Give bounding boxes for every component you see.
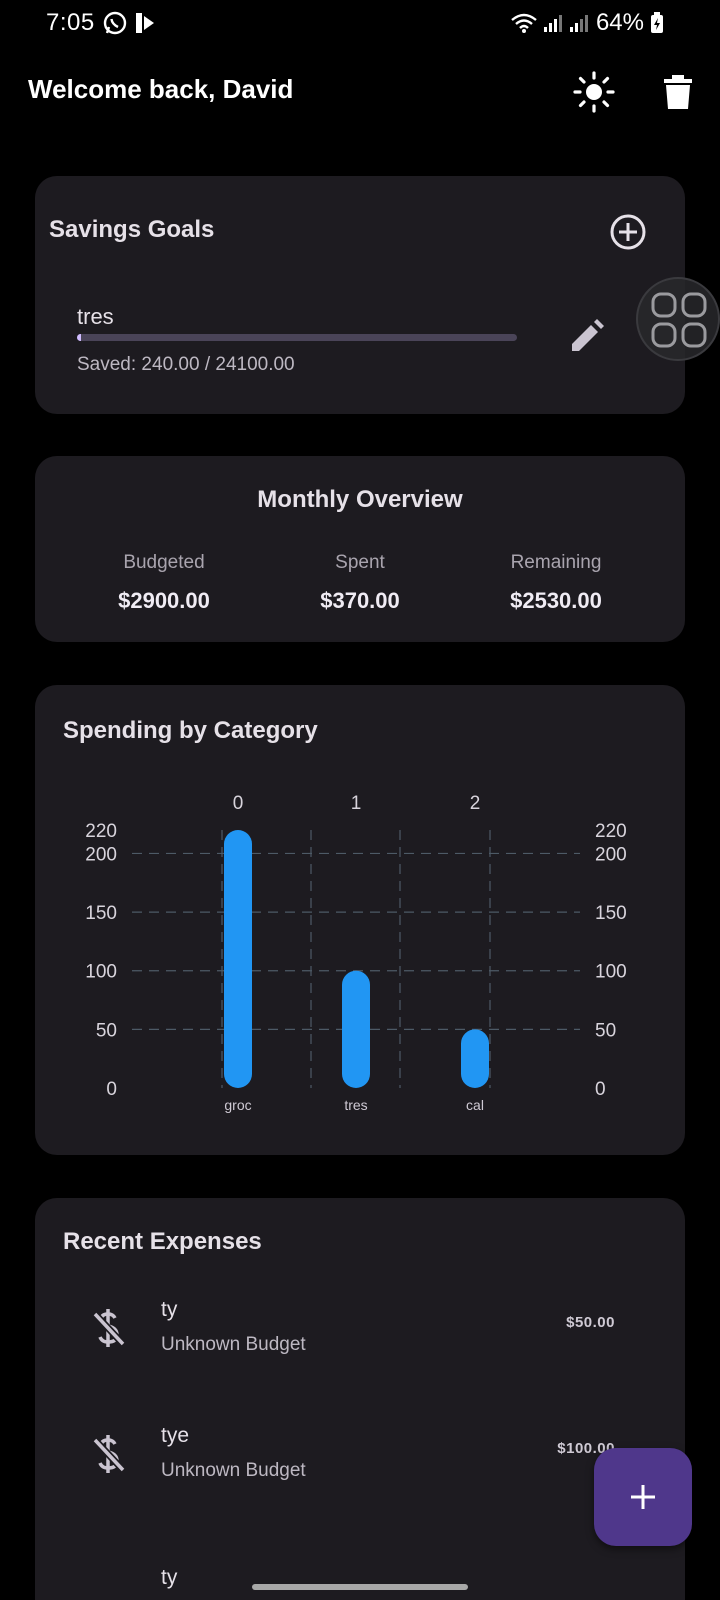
battery-icon xyxy=(651,12,663,33)
chart-bar xyxy=(342,970,370,1088)
budgeted-value: $2900.00 xyxy=(118,588,210,613)
chart-y-tick-label-left: 0 xyxy=(106,1079,117,1100)
chart-bar xyxy=(461,1029,489,1088)
expense-row[interactable]: ty xyxy=(35,1558,685,1600)
chart-y-tick-label-right: 200 xyxy=(595,844,627,865)
chart-top-axis-label: 2 xyxy=(470,793,481,814)
remaining-value: $2530.00 xyxy=(510,588,602,613)
goal-name: tres xyxy=(77,304,114,329)
expense-budget: Unknown Budget xyxy=(161,1334,306,1355)
spent-stat: Spent $370.00 xyxy=(260,552,460,614)
monthly-overview-card: Monthly Overview Budgeted $2900.00 Spent… xyxy=(35,456,685,642)
savings-goals-title: Savings Goals xyxy=(49,216,215,243)
chart-y-tick-label-right: 220 xyxy=(595,821,627,842)
status-time: 7:05 xyxy=(46,9,95,36)
goal-saved-text: Saved: 240.00 / 24100.00 xyxy=(77,354,295,375)
expense-row[interactable]: tye Unknown Budget $100.00 xyxy=(35,1416,685,1526)
chart-y-tick-label-right: 50 xyxy=(595,1020,616,1041)
money-off-icon xyxy=(92,1309,126,1347)
light-mode-icon xyxy=(573,71,615,113)
chart-y-tick-label-left: 200 xyxy=(85,844,117,865)
expense-name: ty xyxy=(161,1566,178,1589)
monthly-overview-title: Monthly Overview xyxy=(257,486,463,513)
chart-y-tick-label-right: 100 xyxy=(595,962,627,983)
spent-label: Spent xyxy=(335,552,385,573)
status-right: 64% xyxy=(510,9,664,37)
budgeted-label: Budgeted xyxy=(123,552,205,573)
money-off-icon xyxy=(92,1435,126,1473)
chart-top-axis-label: 0 xyxy=(233,793,244,814)
recent-expenses-title: Recent Expenses xyxy=(63,1228,262,1255)
grid-icon xyxy=(651,292,707,348)
chart-y-tick-label-left: 50 xyxy=(96,1020,117,1041)
chart-y-tick-label-right: 0 xyxy=(595,1079,606,1100)
chart-y-tick-label-left: 100 xyxy=(85,962,117,983)
cell-signal-icon-2 xyxy=(569,15,588,32)
chart-top-axis-label: 1 xyxy=(351,793,362,814)
chart-y-tick-label-left: 150 xyxy=(85,903,117,924)
recent-expenses-card: Recent Expenses ty Unknown Budget $50.00… xyxy=(35,1198,685,1600)
chart-bar xyxy=(224,830,252,1088)
savings-goals-card: Savings Goals tres Saved: 240.00 / 24100… xyxy=(35,176,685,414)
wifi-icon xyxy=(511,13,537,33)
goal-progress-fill xyxy=(77,334,82,341)
remaining-stat: Remaining $2530.00 xyxy=(456,552,656,614)
spent-value: $370.00 xyxy=(320,588,400,613)
expense-name: ty xyxy=(161,1298,178,1321)
edit-goal-button[interactable] xyxy=(565,314,609,358)
add-icon xyxy=(631,1485,655,1509)
add-expense-fab[interactable] xyxy=(594,1448,692,1546)
expense-name: tye xyxy=(161,1424,190,1447)
status-bar: 7:05 64% xyxy=(0,0,720,46)
goal-progress-bar xyxy=(77,334,517,341)
battery-percentage: 64% xyxy=(595,9,644,36)
add-goal-button[interactable] xyxy=(608,212,648,252)
expense-amount: $50.00 xyxy=(566,1314,615,1331)
chart-category-label: cal xyxy=(466,1097,484,1113)
floating-overlay-button[interactable] xyxy=(636,277,720,361)
chart-y-tick-label-right: 150 xyxy=(595,903,627,924)
chart-y-tick-label-left: 220 xyxy=(85,821,117,842)
expense-budget: Unknown Budget xyxy=(161,1460,306,1481)
chart-category-label: tres xyxy=(344,1097,367,1113)
add-circle-icon xyxy=(610,214,646,250)
delete-icon xyxy=(664,75,692,109)
spending-by-category-card: Spending by Category 0 0 50 50 100 100 150 150 2… xyxy=(35,685,685,1155)
theme-toggle-button[interactable] xyxy=(570,68,618,116)
spending-bar-chart: 0 050 50100 100150 150200 200220 2200 1 2groc tre… xyxy=(85,793,627,1113)
app-notification-icon xyxy=(136,13,154,33)
delete-all-button[interactable] xyxy=(654,68,702,116)
budgeted-stat: Budgeted $2900.00 xyxy=(64,552,264,614)
page-title: Welcome back, David xyxy=(28,74,294,104)
expense-row[interactable]: ty Unknown Budget $50.00 xyxy=(35,1290,685,1400)
chart-category-label: groc xyxy=(224,1097,251,1113)
cell-signal-icon xyxy=(543,15,562,32)
remaining-label: Remaining xyxy=(510,552,602,573)
signal-icons xyxy=(510,12,590,34)
status-notification-icons xyxy=(102,10,156,36)
home-indicator[interactable] xyxy=(252,1584,468,1590)
edit-icon xyxy=(572,319,604,351)
whatsapp-icon xyxy=(103,11,127,35)
